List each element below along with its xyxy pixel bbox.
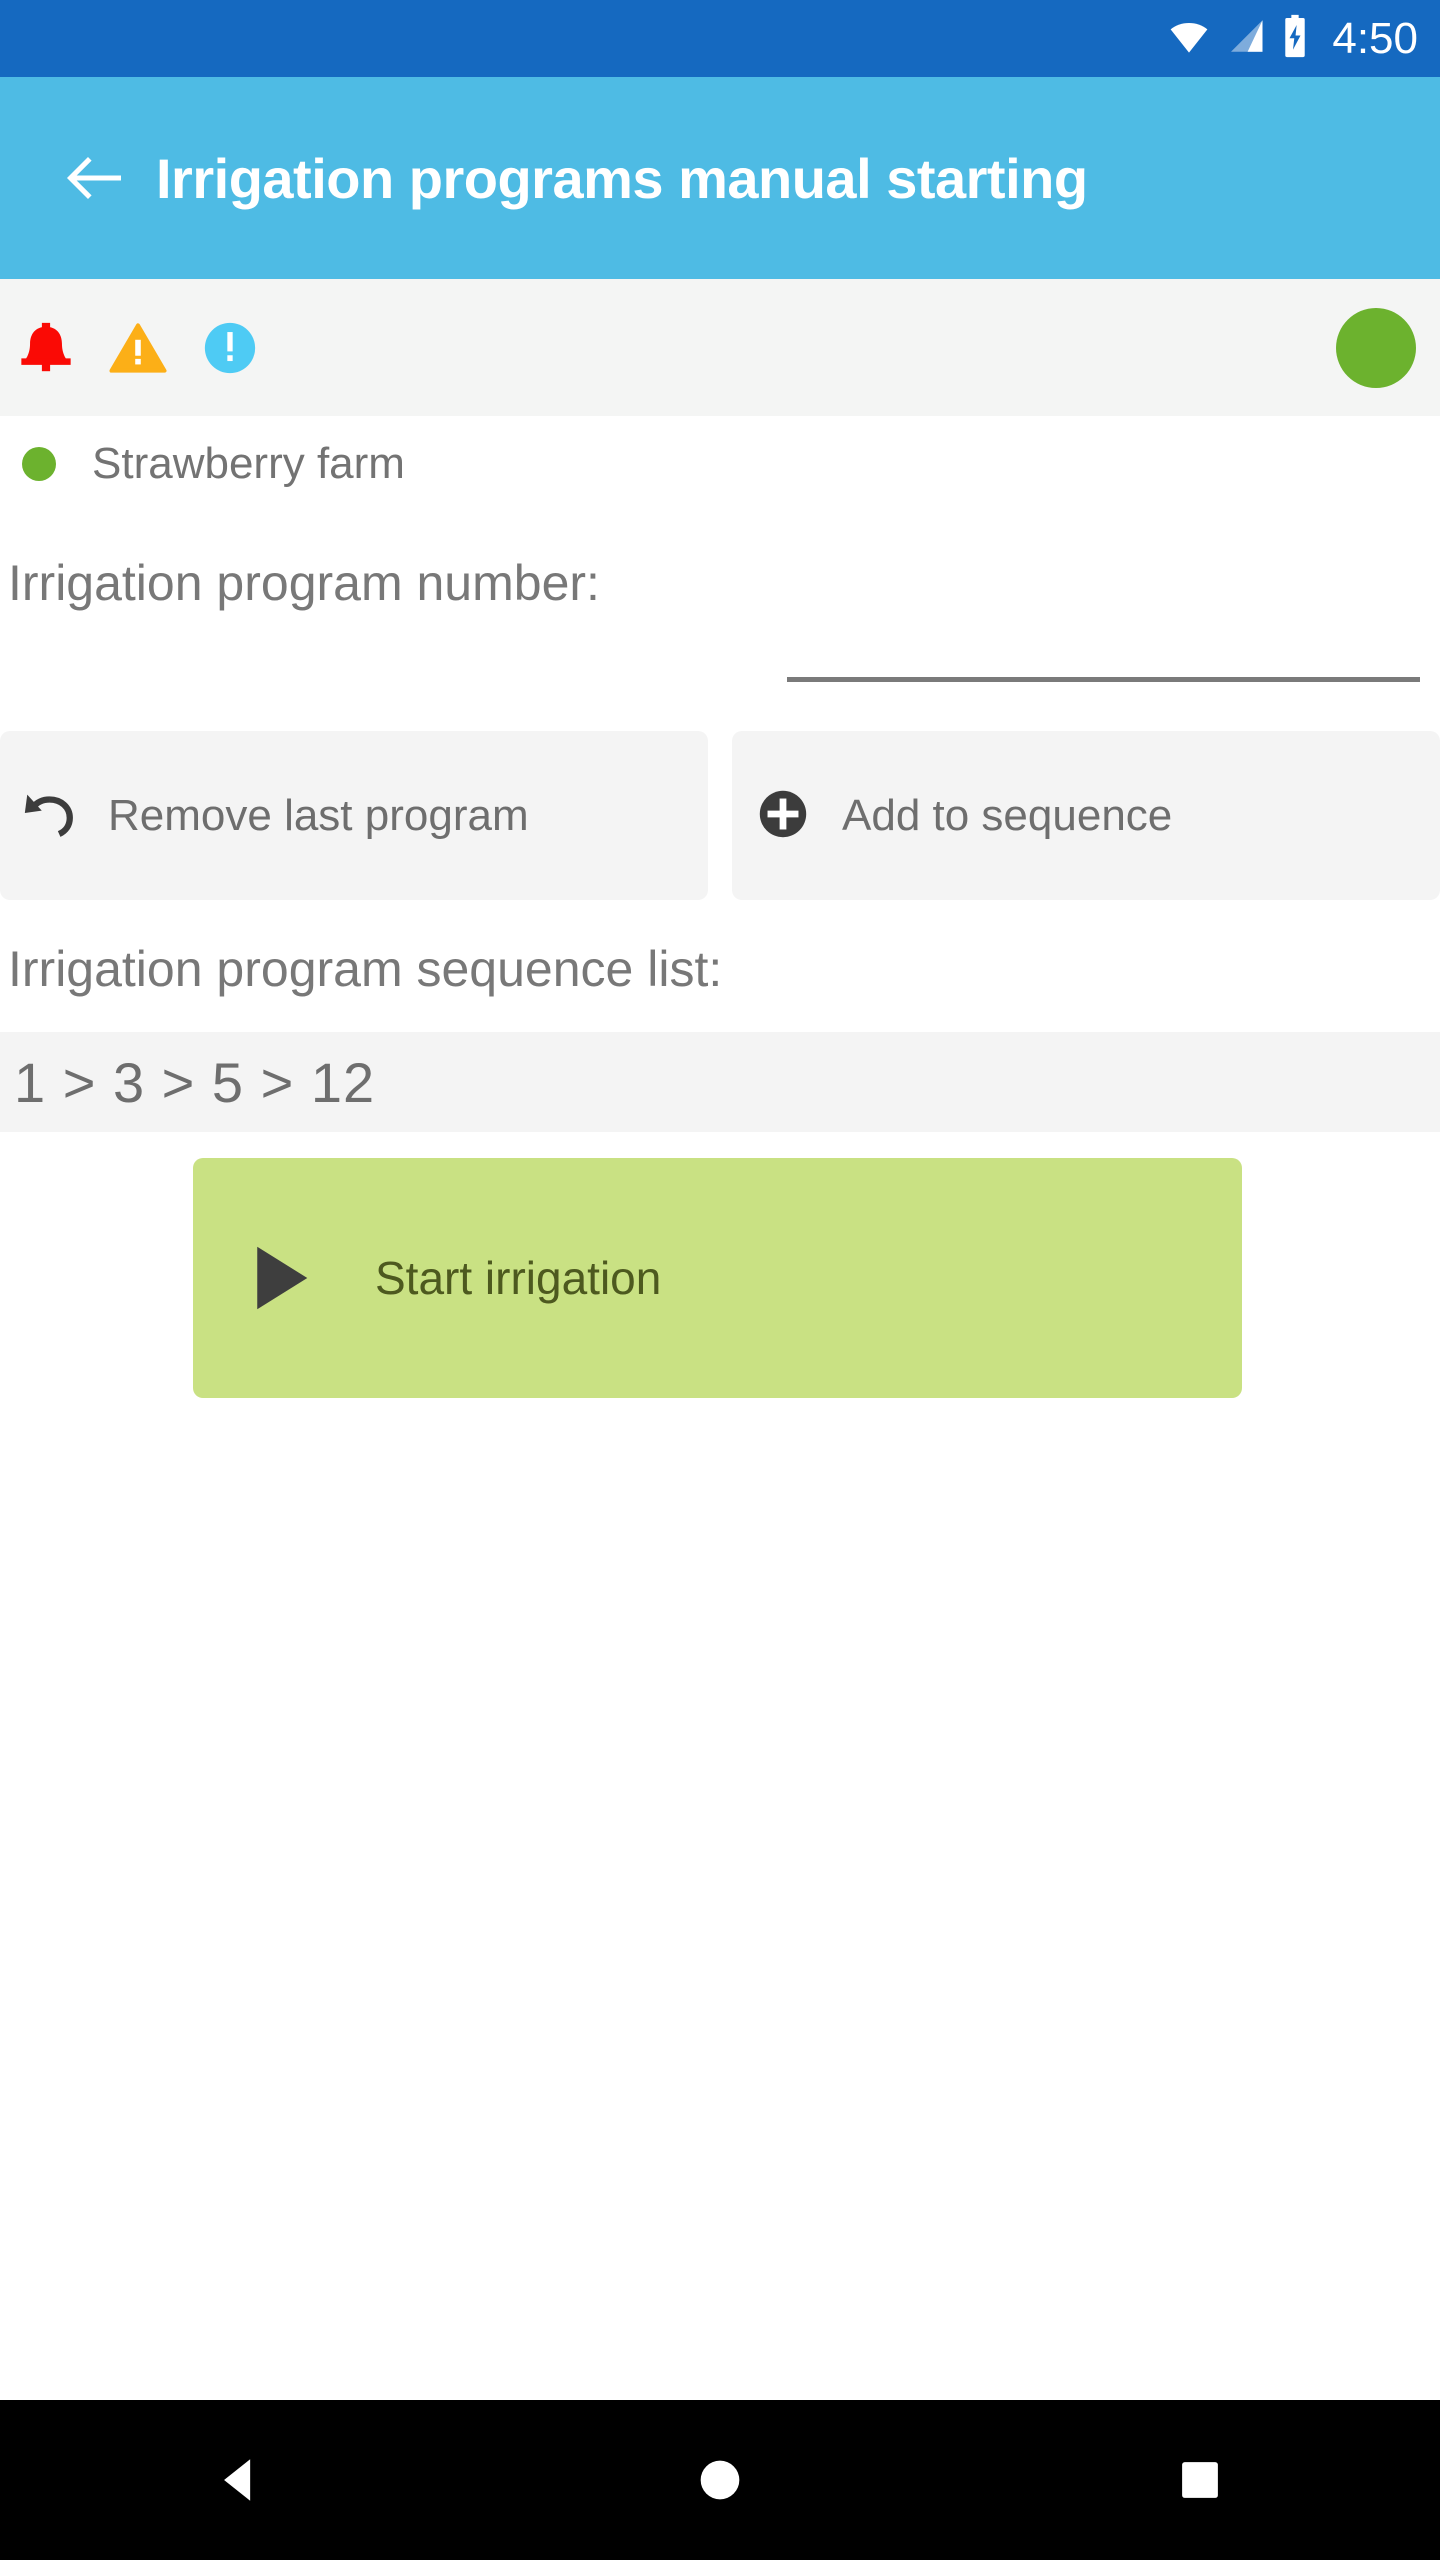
remove-last-program-button[interactable]: Remove last program: [0, 731, 708, 900]
alert-bar: [0, 279, 1440, 416]
play-triangle-icon: [241, 1239, 319, 1317]
remove-last-program-label: Remove last program: [108, 790, 529, 840]
status-bar: 4:50: [0, 0, 1440, 77]
page-title: Irrigation programs manual starting: [156, 146, 1088, 210]
status-bar-icons: 4:50: [1168, 14, 1418, 63]
program-number-input[interactable]: [787, 590, 1420, 682]
back-arrow-icon[interactable]: [32, 142, 156, 214]
add-to-sequence-label: Add to sequence: [842, 790, 1173, 840]
undo-arrow-icon: [20, 785, 78, 846]
start-irrigation-button[interactable]: Start irrigation: [193, 1158, 1242, 1398]
sequence-list-label: Irrigation program sequence list:: [8, 941, 723, 997]
battery-charging-icon: [1280, 14, 1310, 63]
app-bar: Irrigation programs manual starting: [0, 77, 1440, 279]
add-to-sequence-button[interactable]: Add to sequence: [732, 731, 1440, 900]
site-name: Strawberry farm: [92, 439, 405, 488]
cellular-signal-icon: [1224, 15, 1266, 62]
site-status-dot: [22, 447, 56, 481]
content-empty-area: [0, 1398, 1440, 2350]
info-circle-icon[interactable]: [184, 279, 276, 416]
plus-circle-icon: [754, 785, 812, 846]
site-row[interactable]: Strawberry farm: [0, 416, 1440, 512]
alarm-bell-icon[interactable]: [0, 279, 92, 416]
android-navigation-bar: [0, 2400, 1440, 2560]
action-button-row: Remove last program Add to sequence: [0, 731, 1440, 900]
connection-status-indicator: [1336, 307, 1416, 388]
nav-home-button[interactable]: [620, 2400, 820, 2560]
wifi-icon: [1168, 15, 1210, 62]
nav-recents-button[interactable]: [1100, 2400, 1300, 2560]
warning-triangle-icon[interactable]: [92, 279, 184, 416]
sequence-list-value: 1 > 3 > 5 > 12: [14, 1050, 376, 1114]
nav-back-button[interactable]: [140, 2400, 340, 2560]
status-bar-clock: 4:50: [1332, 13, 1418, 63]
start-irrigation-label: Start irrigation: [375, 1252, 662, 1304]
sequence-list-row: 1 > 3 > 5 > 12: [0, 1032, 1440, 1132]
program-number-label: Irrigation program number:: [8, 555, 600, 611]
